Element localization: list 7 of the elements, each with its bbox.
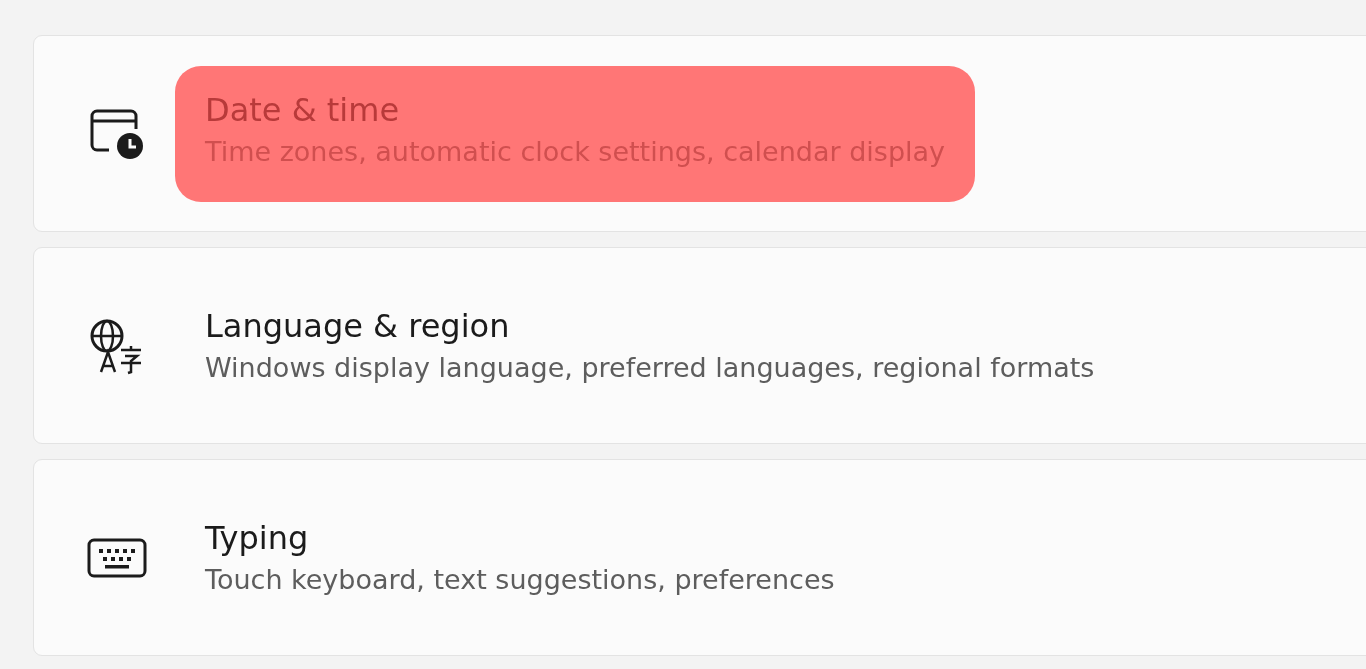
card-description: Touch keyboard, text suggestions, preferences	[205, 562, 835, 597]
card-title: Typing	[205, 517, 309, 559]
settings-card[interactable]: Language & region Windows display language, preferred languages, regional formats	[33, 247, 1366, 444]
card-title: Date & time	[205, 89, 400, 131]
settings-card[interactable]: Typing Touch keyboard, text suggestions, preferences	[33, 459, 1366, 656]
card-description: Windows display language, preferred languages, regional formats	[205, 350, 1095, 385]
card-title: Language & region	[205, 305, 510, 347]
